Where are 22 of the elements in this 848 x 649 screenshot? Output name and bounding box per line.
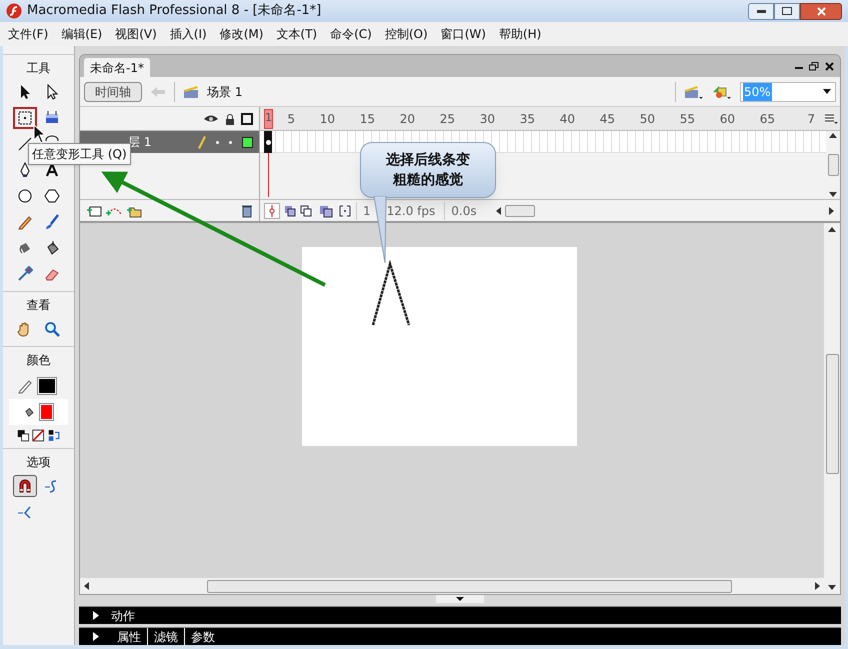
frame-number: 65 bbox=[758, 110, 776, 128]
toolbox-heading: 颜色 bbox=[26, 352, 50, 369]
timeline-status: 0.0s bbox=[444, 202, 483, 220]
window-title: Macromedia Flash Professional 8 - [未命名-1*] bbox=[27, 2, 322, 20]
frame-number: 7 bbox=[806, 110, 816, 128]
frame-number: 25 bbox=[438, 110, 456, 128]
toolbox-heading: 工具 bbox=[26, 60, 50, 77]
frame-number: 40 bbox=[558, 110, 576, 128]
frame-number: 15 bbox=[358, 110, 376, 128]
frame-number: 30 bbox=[478, 110, 496, 128]
frame-number: 20 bbox=[398, 110, 416, 128]
frame-number: 45 bbox=[598, 110, 616, 128]
toolbox-heading: 选项 bbox=[26, 454, 50, 471]
frame-number: 55 bbox=[678, 110, 696, 128]
frame-number: 10 bbox=[318, 110, 336, 128]
toolbox-heading: 查看 bbox=[26, 297, 50, 314]
frame-number: 50 bbox=[638, 110, 656, 128]
callout-text: 选择后线条变粗糙的感觉 bbox=[384, 150, 471, 190]
frame-number: 5 bbox=[286, 110, 296, 128]
tooltip: 任意变形工具 (Q) bbox=[28, 143, 131, 165]
frame-number: 60 bbox=[718, 110, 736, 128]
frame-number: 35 bbox=[518, 110, 536, 128]
